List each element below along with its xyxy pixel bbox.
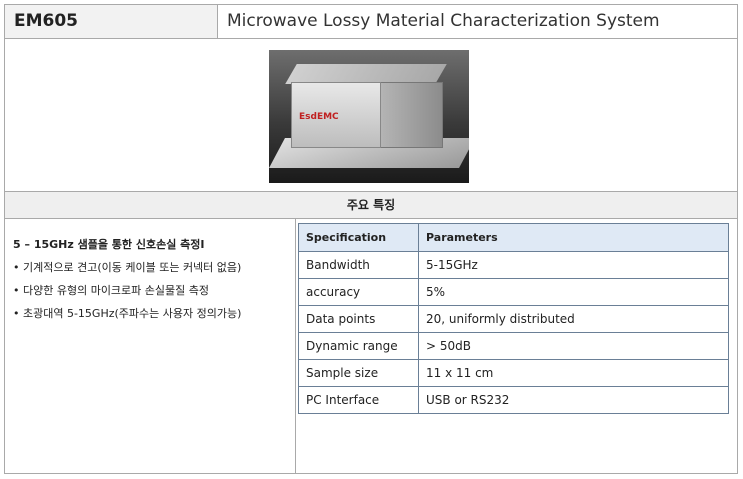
product-title: Microwave Lossy Material Characterizatio…	[218, 5, 737, 39]
spec-name: Dynamic range	[298, 332, 419, 360]
spec-name: accuracy	[298, 278, 419, 306]
spec-value: USB or RS232	[418, 386, 729, 414]
spec-name: Sample size	[298, 359, 419, 387]
spec-name: Bandwidth	[298, 251, 419, 279]
feature-item: • 기계적으로 견고(이동 케이블 또는 커넥터 없음)	[13, 261, 242, 274]
spec-name: Data points	[298, 305, 419, 333]
table-row: PC Interface USB or RS232	[298, 386, 729, 414]
column-header: Specification	[298, 223, 419, 252]
brand-logo: EsdEMC	[299, 112, 339, 122]
spec-value: 20, uniformly distributed	[418, 305, 729, 333]
table-row: Dynamic range > 50dB	[298, 332, 729, 360]
feature-list: 5 – 15GHz 샘플을 통한 신호손실 측정I • 기계적으로 견고(이동 …	[5, 219, 296, 473]
photo-row: EsdEMC	[5, 39, 737, 192]
table-row: accuracy 5%	[298, 278, 729, 306]
table-row: Bandwidth 5-15GHz	[298, 251, 729, 279]
column-header: Parameters	[418, 223, 729, 252]
spec-value: > 50dB	[418, 332, 729, 360]
table-row: Sample size 11 x 11 cm	[298, 359, 729, 387]
section-title: 주요 특징	[5, 192, 737, 219]
photo-box-side	[379, 82, 443, 148]
spec-value: 5%	[418, 278, 729, 306]
feature-headline: 5 – 15GHz 샘플을 통한 신호손실 측정I	[13, 238, 205, 251]
spec-value: 11 x 11 cm	[418, 359, 729, 387]
feature-item: • 초광대역 5-15GHz(주파수는 사용자 정의가능)	[13, 307, 242, 320]
product-photo: EsdEMC	[269, 50, 469, 183]
spec-value: 5-15GHz	[418, 251, 729, 279]
table-header-row: Specification Parameters	[298, 223, 729, 252]
model-number: EM605	[5, 5, 218, 39]
photo-box-top	[285, 64, 447, 84]
feature-item: • 다양한 유형의 마이크로파 손실물질 측정	[13, 284, 210, 297]
spec-table: Specification Parameters Bandwidth 5-15G…	[298, 223, 729, 414]
spec-name: PC Interface	[298, 386, 419, 414]
table-row: Data points 20, uniformly distributed	[298, 305, 729, 333]
